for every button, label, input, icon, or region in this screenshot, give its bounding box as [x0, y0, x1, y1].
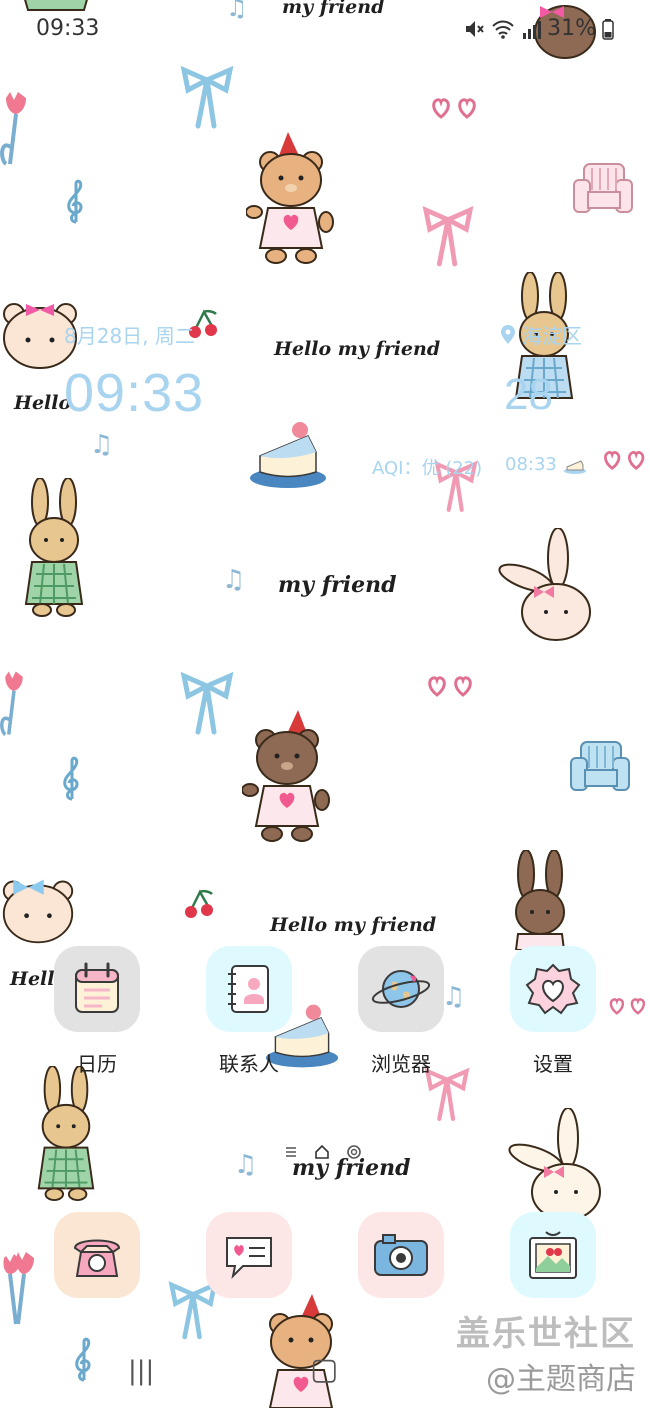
dock-phone[interactable] [47, 1212, 147, 1298]
app-label: 浏览器 [371, 1052, 431, 1076]
calendar-icon [75, 962, 119, 1013]
bear-face-icon [2, 879, 74, 944]
cherry-icon [185, 889, 213, 918]
app-browser[interactable]: 浏览器 [351, 946, 451, 1077]
contacts-app-tile[interactable] [206, 946, 292, 1032]
phone-app-tile[interactable] [54, 1212, 140, 1298]
signal-icon [523, 20, 542, 39]
hearts-icon [428, 676, 472, 697]
battery-percent: 31% [547, 16, 596, 41]
settings-app-tile[interactable] [510, 946, 596, 1032]
treble-clef-icon [63, 756, 79, 801]
gallery-icon [529, 1231, 577, 1279]
wallpaper-text: my friend [278, 572, 397, 598]
camera-icon [374, 1234, 428, 1276]
widget-location[interactable]: 海淀区 [500, 320, 582, 349]
home-indicator-icon[interactable] [314, 1145, 330, 1159]
bunny-icon [508, 1108, 601, 1221]
music-note-icon: ♫ [90, 430, 114, 460]
app-settings[interactable]: 设置 [503, 946, 603, 1077]
calendar-app-tile[interactable] [54, 946, 140, 1032]
phone-icon [73, 1239, 121, 1277]
widget-date: 8月28日, 周二 [64, 324, 195, 348]
tulip-icon [0, 92, 26, 166]
hearts-icon [432, 98, 476, 119]
bear-icon [242, 710, 330, 842]
app-label: 日历 [77, 1052, 117, 1076]
hearts-icon [609, 998, 645, 1015]
app-label: 联系人 [219, 1052, 279, 1076]
updated-time: 08:33 [505, 454, 557, 475]
gallery-app-tile[interactable] [510, 1212, 596, 1298]
dock-messages[interactable] [199, 1212, 299, 1298]
battery-icon [602, 18, 614, 40]
widget-clock[interactable]: 09:33 [64, 362, 204, 424]
location-label: 海淀区 [522, 324, 582, 348]
music-note-icon: ♫ [234, 1150, 258, 1180]
circle-indicator-icon[interactable] [346, 1144, 362, 1160]
recent-apps-button[interactable]: ||| [128, 1356, 154, 1386]
app-calendar[interactable]: 日历 [47, 946, 147, 1077]
armchair-icon [573, 163, 633, 213]
messages-icon [226, 1237, 272, 1280]
treble-clef-icon [67, 179, 83, 224]
pink-bow-icon [422, 205, 474, 267]
bunny-dress-icon [24, 0, 88, 11]
bear-icon [268, 1294, 334, 1408]
wallpaper-text: Hello my friend [274, 338, 441, 360]
app-label: 设置 [533, 1052, 573, 1076]
settings-icon [525, 963, 581, 1015]
mute-icon [466, 20, 484, 37]
music-note-icon: ♫ [226, 0, 248, 22]
blue-bow-icon [180, 672, 234, 735]
home-button[interactable]: ▢ [310, 1352, 338, 1387]
armchair-icon [570, 741, 630, 791]
page-indicator[interactable] [284, 1144, 362, 1160]
tulip-icon [3, 1252, 34, 1325]
bunny-icon [37, 1066, 95, 1202]
location-pin-icon [501, 324, 515, 344]
bunny-icon [514, 850, 566, 950]
wallpaper-text: my friend [282, 0, 385, 18]
dock-gallery[interactable] [503, 1212, 603, 1298]
status-time: 09:33 [36, 16, 100, 41]
bunny-icon [498, 528, 591, 641]
watermark-subtitle: @主题商店 [486, 1362, 636, 1397]
music-note-icon: ♫ [222, 565, 246, 595]
browser-app-tile[interactable] [358, 946, 444, 1032]
widget-aqi: AQI：优 (22) [372, 458, 483, 479]
messages-app-tile[interactable] [206, 1212, 292, 1298]
contacts-icon [228, 965, 269, 1013]
status-icons: 31% [463, 16, 614, 41]
wallpaper-text: Hello my friend [270, 914, 437, 936]
dock-camera[interactable] [351, 1212, 451, 1298]
bunny-icon [24, 478, 84, 617]
blue-bow-icon [180, 66, 234, 129]
camera-app-tile[interactable] [358, 1212, 444, 1298]
watermark-title: 盖乐世社区 [456, 1314, 636, 1354]
hearts-icon [604, 451, 645, 471]
wallpaper-text: Hello [14, 392, 72, 414]
treble-clef-icon [75, 1337, 91, 1382]
widget-temperature: 28 [504, 370, 553, 419]
tulip-icon [0, 671, 23, 736]
widget-updated: 08:33 [505, 454, 587, 475]
app-contacts[interactable]: 联系人 [199, 946, 299, 1077]
browser-icon [371, 970, 431, 1008]
cake-icon [563, 459, 586, 474]
wifi-icon [492, 20, 514, 39]
menu-indicator-icon[interactable] [284, 1145, 298, 1159]
cake-icon [250, 422, 326, 488]
bear-icon [246, 132, 334, 264]
